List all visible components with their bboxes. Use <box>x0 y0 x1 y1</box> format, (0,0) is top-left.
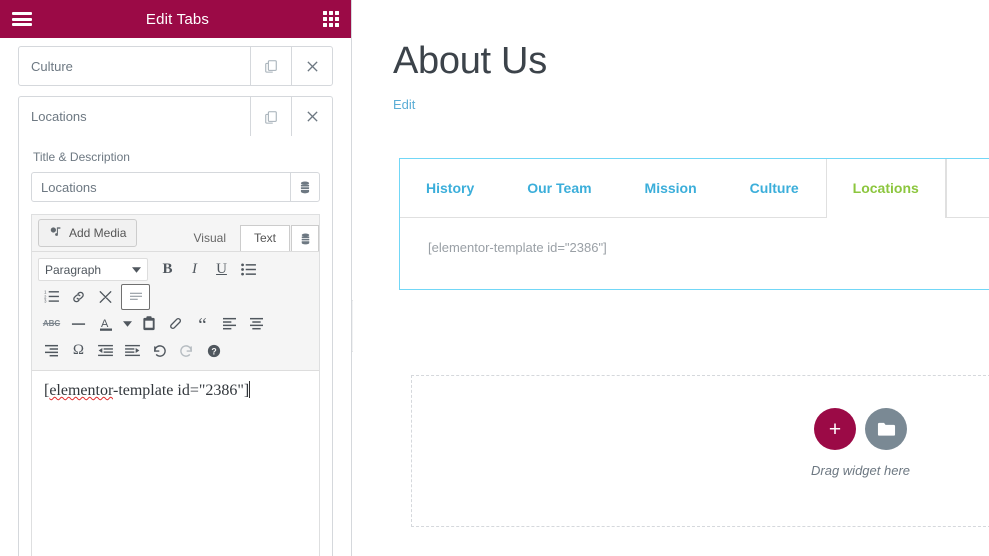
editor-textarea[interactable]: [elementor-template id="2386"] <box>32 371 319 556</box>
indent-icon[interactable] <box>119 339 146 363</box>
title-input[interactable] <box>32 173 290 201</box>
panel-title: Edit Tabs <box>145 10 210 28</box>
editor-panel: Edit Tabs Culture Locations Title & Desc… <box>0 0 352 556</box>
repeater-item-label: Culture <box>31 58 73 74</box>
blockquote-icon[interactable]: “ <box>189 310 216 338</box>
text-color-icon[interactable]: A <box>92 312 119 336</box>
numbered-list-icon[interactable]: 1 2 3 <box>38 285 65 309</box>
editor-media-bar: Add Media Visual Text <box>32 215 319 251</box>
bold-icon[interactable]: B <box>154 258 181 282</box>
section-label: Title & Description <box>33 150 130 164</box>
panel-header: Edit Tabs <box>0 0 351 38</box>
shortcode-text: [elementor-template id="2386"] <box>44 382 249 399</box>
wp-editor: Add Media Visual Text Paragraph B I U 1 … <box>31 214 320 556</box>
preview-tab-mission[interactable]: Mission <box>619 159 724 217</box>
elementor-editor-screen: Edit Tabs Culture Locations Title & Desc… <box>0 0 989 556</box>
help-icon[interactable]: ? <box>200 339 227 363</box>
align-right-icon[interactable] <box>38 339 65 363</box>
text-color-dropdown-icon[interactable] <box>119 312 135 336</box>
svg-text:?: ? <box>211 346 216 356</box>
format-select-value: Paragraph <box>45 262 102 277</box>
strikethrough-icon[interactable]: ABC <box>38 312 65 336</box>
title-field-wrap <box>31 172 320 202</box>
dropzone-buttons: + <box>811 408 910 450</box>
preview-tab-culture[interactable]: Culture <box>724 159 826 217</box>
unlink-icon[interactable] <box>92 285 119 309</box>
preview-tab-locations[interactable]: Locations <box>825 159 946 218</box>
add-media-label: Add Media <box>69 226 127 240</box>
panel-body: Culture Locations Title & Description Lo… <box>0 46 351 556</box>
plus-icon[interactable]: + <box>814 408 856 450</box>
tab-text[interactable]: Text <box>239 225 290 251</box>
toolbar-row-4: Ω ? <box>38 337 313 364</box>
database-icon[interactable] <box>290 173 319 201</box>
text-caret <box>249 381 251 398</box>
shortcode-suffix: -template id="2386"] <box>112 382 250 399</box>
close-icon[interactable] <box>291 97 332 136</box>
copy-icon[interactable] <box>250 47 291 85</box>
svg-text:3: 3 <box>44 299 47 303</box>
plus-glyph: + <box>828 417 842 441</box>
preview-tab-history[interactable]: History <box>400 159 501 217</box>
toolbar-row-1: Paragraph B I U <box>38 256 313 283</box>
preview-tab-our-team[interactable]: Our Team <box>501 159 618 217</box>
widget-dropzone[interactable]: + Drag widget here <box>411 375 989 527</box>
toolbar-row-3: ABC A “ <box>38 310 313 337</box>
tabs-strip: History Our Team Mission Culture Locatio… <box>400 159 989 218</box>
align-center-icon[interactable] <box>243 312 270 336</box>
add-media-button[interactable]: Add Media <box>38 219 138 247</box>
outdent-icon[interactable] <box>92 339 119 363</box>
copy-icon[interactable] <box>250 97 291 136</box>
underline-icon[interactable]: U <box>208 258 235 282</box>
close-icon[interactable] <box>291 47 332 85</box>
undo-icon[interactable] <box>146 339 173 363</box>
chevron-down-icon <box>132 266 141 273</box>
page-title: About Us <box>393 40 547 82</box>
grid-icon[interactable] <box>323 11 339 27</box>
paste-as-text-icon[interactable] <box>135 312 162 336</box>
redo-icon[interactable] <box>173 339 200 363</box>
folder-icon[interactable] <box>865 408 907 450</box>
link-icon[interactable] <box>65 285 92 309</box>
bulleted-list-icon[interactable] <box>235 258 262 282</box>
format-select[interactable]: Paragraph <box>38 258 148 281</box>
preview-canvas: About Us Edit History Our Team Mission C… <box>353 0 989 556</box>
dropzone-label: Drag widget here <box>811 463 910 478</box>
svg-text:A: A <box>101 318 109 330</box>
tabs-widget[interactable]: History Our Team Mission Culture Locatio… <box>399 158 989 290</box>
hamburger-icon[interactable] <box>12 12 32 26</box>
shortcode-misspelled-word: elementor <box>49 382 113 399</box>
special-character-icon[interactable]: Ω <box>65 339 92 363</box>
repeater-item-locations[interactable]: Locations <box>18 96 333 136</box>
tabs-panel-content: [elementor-template id="2386"] <box>400 218 989 289</box>
toolbar-row-2: 1 2 3 <box>38 283 313 310</box>
tab-visual[interactable]: Visual <box>180 225 240 251</box>
clear-formatting-icon[interactable] <box>162 312 189 336</box>
read-more-icon[interactable] <box>121 283 150 310</box>
edit-link[interactable]: Edit <box>393 97 415 112</box>
editor-toolbar: Paragraph B I U 1 2 3 ABC A “ Ω ? <box>32 251 319 371</box>
repeater-item-culture[interactable]: Culture <box>18 46 333 86</box>
dropzone-inner: + Drag widget here <box>811 408 910 478</box>
editor-mode-tabs: Visual Text <box>180 215 319 251</box>
repeater-item-label: Locations <box>31 109 87 124</box>
align-left-icon[interactable] <box>216 312 243 336</box>
preview-tab-overflow[interactable] <box>945 159 989 217</box>
horizontal-rule-icon[interactable] <box>65 312 92 336</box>
italic-icon[interactable]: I <box>181 258 208 282</box>
media-icon <box>50 227 61 236</box>
database-icon[interactable] <box>291 225 319 251</box>
repeater-item-content: Title & Description Locations Add Media … <box>18 136 333 556</box>
